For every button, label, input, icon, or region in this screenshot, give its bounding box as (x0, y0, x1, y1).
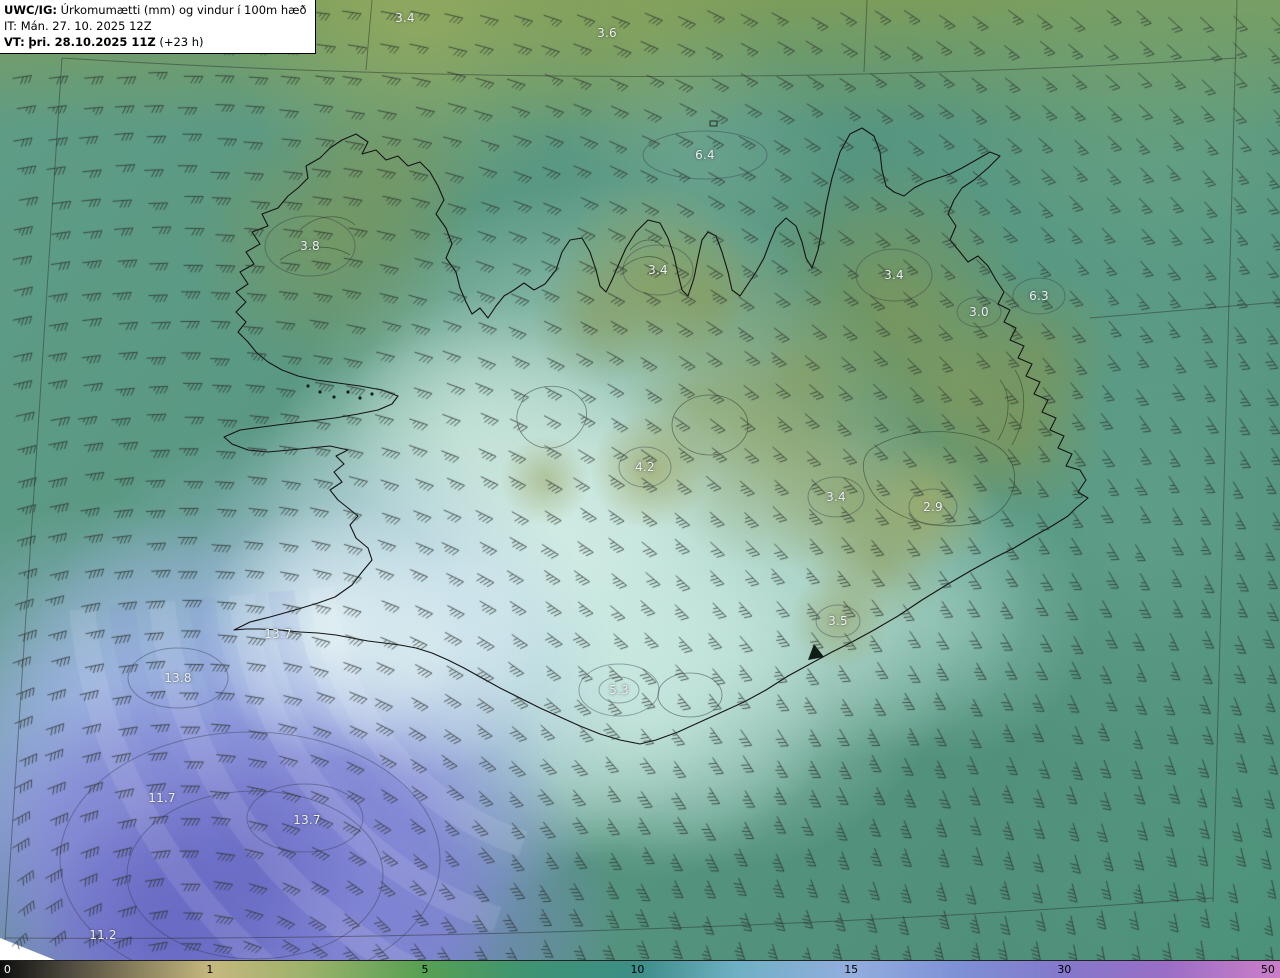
wind-barbs-canvas (0, 0, 1280, 978)
forecast-info-box: UWC/IG: Úrkomumætti (mm) og vindur í 100… (0, 0, 316, 55)
colorbar-tick: 10 (630, 963, 645, 976)
precipitation-colorbar: 0 1 5 10 15 30 50 (0, 960, 1280, 978)
valid-time: þri. 28.10.2025 11Z (28, 35, 156, 50)
valid-time-line: VT: þri. 28.10.2025 11Z (+23 h) (4, 34, 307, 50)
colorbar-tick: 50 (1260, 963, 1275, 976)
colorbar-tick: 1 (206, 963, 214, 976)
valid-offset: (+23 h) (159, 35, 204, 50)
valid-label: VT: (4, 35, 25, 50)
title-line: UWC/IG: Úrkomumætti (mm) og vindur í 100… (4, 2, 307, 18)
chart-title: Úrkomumætti (mm) og vindur í 100m hæð (60, 3, 307, 17)
init-label: IT: (4, 19, 18, 34)
colorbar-tick: 30 (1057, 963, 1072, 976)
init-time-line: IT: Mán. 27. 10. 2025 12Z (4, 18, 307, 34)
model-name: UWC/IG: (4, 3, 57, 17)
colorbar-tick: 0 (3, 963, 11, 976)
init-time: Mán. 27. 10. 2025 12Z (20, 19, 152, 34)
weather-forecast-map: 3.4 3.6 6.4 3.8 3.4 3.4 3.0 6.3 4.2 3.4 2.9 3.5 13.7… (0, 0, 1280, 978)
colorbar-tick: 15 (844, 963, 859, 976)
colorbar-tick: 5 (421, 963, 429, 976)
